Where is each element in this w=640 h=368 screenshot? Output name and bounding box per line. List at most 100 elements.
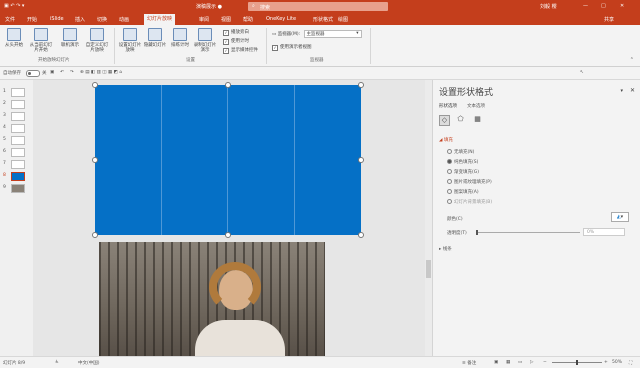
minimize-button[interactable]: — xyxy=(583,3,588,9)
rehearse-timings-button[interactable]: 排练计时 xyxy=(168,28,192,48)
radio-icon xyxy=(447,169,452,174)
present-online-button[interactable]: 联机演示 xyxy=(58,28,82,48)
menu-drawing[interactable]: 绘图 xyxy=(338,16,348,23)
thumbnail[interactable] xyxy=(11,88,25,97)
slideshow-view-icon[interactable]: ▷ xyxy=(530,360,533,365)
size-properties-icon[interactable]: ▦ xyxy=(473,115,482,124)
fill-option-solid[interactable]: 纯色填充(S) xyxy=(447,159,478,165)
tab-shape-options[interactable]: 形状选项 xyxy=(439,103,457,109)
vertical-scrollbar[interactable] xyxy=(425,80,432,356)
qat-tools-icons[interactable]: ⊕ ▤ ◧ ▥ ◫ ▦ ◩ ⌂ xyxy=(80,70,122,75)
custom-show-button[interactable]: 自定义幻灯片放映 xyxy=(85,28,109,53)
setup-slideshow-button[interactable]: 设置幻灯片放映 xyxy=(118,28,142,53)
resize-handle[interactable] xyxy=(92,157,98,163)
reading-view-icon[interactable]: ▭ xyxy=(518,360,522,365)
menu-review[interactable]: 审阅 xyxy=(199,16,209,23)
zoom-out-button[interactable]: − xyxy=(543,360,547,365)
slide-sorter-icon[interactable]: ▦ xyxy=(506,360,510,365)
menu-transitions[interactable]: 切换 xyxy=(97,16,107,23)
fit-slide-icon[interactable]: ⛶ xyxy=(629,360,632,366)
user-name[interactable]: 刘毅 樱 xyxy=(540,3,557,10)
thumbnail[interactable] xyxy=(11,160,25,169)
menu-bar: 文件 开始 iSlide 插入 切换 动画 幻灯片放映 审阅 视图 帮助 One… xyxy=(0,14,640,25)
menu-file[interactable]: 文件 xyxy=(5,16,15,23)
fill-option-pattern[interactable]: 图案填充(A) xyxy=(447,189,479,195)
resize-handle[interactable] xyxy=(225,232,231,238)
resize-handle[interactable] xyxy=(92,82,98,88)
menu-animations[interactable]: 动画 xyxy=(119,16,129,23)
collapse-ribbon-icon[interactable]: ⌃ xyxy=(630,57,634,63)
notes-button[interactable]: ≡ 备注 xyxy=(462,360,476,366)
thumbnail[interactable] xyxy=(11,136,25,145)
resize-handle[interactable] xyxy=(358,232,364,238)
blue-rectangle-shape[interactable] xyxy=(95,85,361,235)
close-window-button[interactable]: ✕ xyxy=(620,3,624,9)
menu-shape-format[interactable]: 形状格式 xyxy=(313,16,333,23)
monitor-dropdown[interactable]: 主监视器 ▾ xyxy=(303,30,362,38)
zoom-in-button[interactable]: + xyxy=(604,360,608,365)
fill-line-icon[interactable]: ◇ xyxy=(439,115,450,126)
autosave-toggle[interactable] xyxy=(26,70,40,77)
divider xyxy=(266,28,267,64)
save-icon[interactable]: ▣ xyxy=(50,70,54,75)
effects-icon[interactable]: ⬠ xyxy=(456,115,465,124)
thumbnail-active[interactable] xyxy=(11,172,25,181)
accessibility-icon[interactable]: ♿ xyxy=(55,360,59,365)
menu-islide[interactable]: iSlide xyxy=(50,16,64,22)
redo-icon[interactable]: ↷ xyxy=(70,70,74,75)
maximize-button[interactable]: □ xyxy=(601,3,606,9)
transparency-input[interactable]: 0% xyxy=(583,228,625,236)
transparency-slider[interactable] xyxy=(476,230,580,235)
from-current-button[interactable]: 从当前幻灯片开始 xyxy=(29,28,53,53)
divider xyxy=(114,28,115,64)
zoom-level[interactable]: 50% xyxy=(612,360,622,365)
color-label: 颜色(C) xyxy=(447,217,463,222)
resize-handle[interactable] xyxy=(92,232,98,238)
resize-handle[interactable] xyxy=(225,82,231,88)
menu-help[interactable]: 帮助 xyxy=(243,16,253,23)
search-input[interactable]: ⌕ 搜索 xyxy=(248,2,388,11)
show-media-controls-checkbox[interactable]: ✓ 显示媒体控件 xyxy=(223,47,258,54)
thumbnail[interactable] xyxy=(11,184,25,193)
play-narrations-checkbox[interactable]: ✓ 播放旁白 xyxy=(223,29,249,36)
autosave-icons[interactable]: ▣ ↶ ↷ ▾ xyxy=(4,3,24,9)
zoom-slider-thumb[interactable] xyxy=(576,360,578,365)
menu-onekey[interactable]: OneKey Lite xyxy=(266,16,296,22)
fill-option-none[interactable]: 无填充(N) xyxy=(447,149,474,155)
language[interactable]: 中文(中国) xyxy=(78,360,100,366)
woman-photo-image[interactable] xyxy=(99,242,325,356)
pane-options-icon[interactable]: ▾ xyxy=(620,88,623,94)
fill-option-gradient[interactable]: 渐变填充(G) xyxy=(447,169,479,175)
presenter-view-checkbox[interactable]: ✓ 使用演示者视图 xyxy=(272,44,312,51)
from-beginning-button[interactable]: 从头开始 xyxy=(2,28,26,48)
fill-option-background[interactable]: 幻灯片背景填充(B) xyxy=(447,199,492,205)
thumbnail[interactable] xyxy=(11,148,25,157)
resize-handle[interactable] xyxy=(358,82,364,88)
menu-view[interactable]: 视图 xyxy=(221,16,231,23)
hide-slide-button[interactable]: 隐藏幻灯片 xyxy=(143,28,167,48)
color-picker-button[interactable]: ◭▾ xyxy=(611,212,629,222)
menu-slideshow[interactable]: 幻灯片放映 xyxy=(144,14,176,25)
menu-home[interactable]: 开始 xyxy=(27,16,37,23)
section-fill-header[interactable]: ◢ 填充 xyxy=(439,137,453,143)
use-timings-checkbox[interactable]: ✓ 使用计时 xyxy=(223,38,249,45)
tab-text-options[interactable]: 文本选项 xyxy=(467,103,485,109)
thumbnail[interactable] xyxy=(11,124,25,133)
thumbnail[interactable] xyxy=(11,100,25,109)
slide-canvas[interactable] xyxy=(37,80,425,356)
resize-handle[interactable] xyxy=(358,157,364,163)
menu-insert[interactable]: 插入 xyxy=(75,16,85,23)
scrollbar-thumb[interactable] xyxy=(426,260,431,278)
section-line-header[interactable]: ▸ 线条 xyxy=(439,246,452,252)
monitor-select[interactable]: ▭ 监视器(M): 主监视器 ▾ xyxy=(272,30,362,38)
normal-view-icon[interactable]: ▣ xyxy=(494,360,498,365)
fill-option-picture[interactable]: 图片或纹理填充(P) xyxy=(447,179,492,185)
custom-show-icon xyxy=(90,28,104,41)
record-slideshow-button[interactable]: 录制幻灯片演示 xyxy=(193,28,217,53)
slider-thumb[interactable] xyxy=(476,230,478,235)
close-pane-button[interactable]: ✕ xyxy=(630,87,635,94)
undo-icon[interactable]: ↶ xyxy=(60,70,64,75)
thumbnail[interactable] xyxy=(11,112,25,121)
zoom-slider[interactable] xyxy=(552,360,602,365)
share-button[interactable]: 共享 xyxy=(604,16,614,23)
